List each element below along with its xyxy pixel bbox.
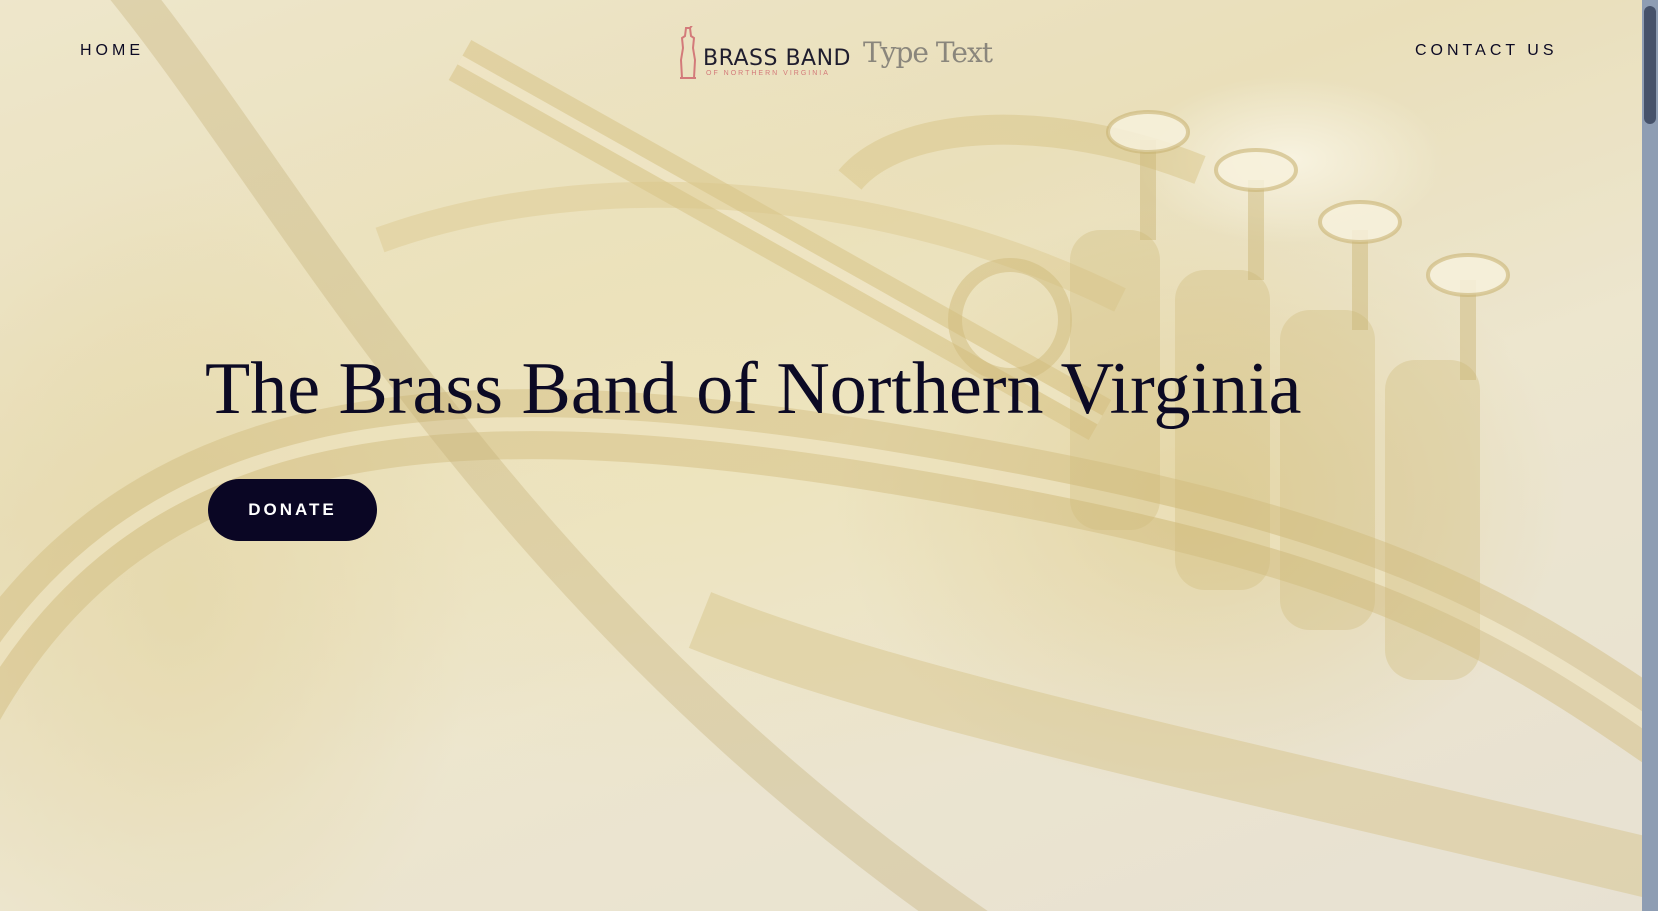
- page: HOME BRASS BAND OF NORTHERN VIRGINIA Typ…: [0, 0, 1658, 911]
- logo-subtitle: OF NORTHERN VIRGINIA: [706, 70, 830, 77]
- hero-overlay: [0, 0, 1642, 911]
- statue-logo-icon: [679, 26, 697, 79]
- nav-home-link[interactable]: HOME: [80, 42, 144, 60]
- donate-button[interactable]: DONATE: [208, 479, 377, 541]
- logo-name: BRASS BAND: [703, 46, 851, 71]
- site-header: HOME BRASS BAND OF NORTHERN VIRGINIA Typ…: [0, 0, 1642, 110]
- logo-type-text: Type Text: [863, 36, 993, 69]
- nav-contact-link[interactable]: CONTACT US: [1415, 42, 1558, 60]
- page-scrollbar[interactable]: [1642, 0, 1658, 911]
- hero-title: The Brass Band of Northern Virginia: [205, 348, 1302, 430]
- scrollbar-thumb[interactable]: [1644, 6, 1656, 124]
- site-logo[interactable]: BRASS BAND OF NORTHERN VIRGINIA Type Tex…: [676, 26, 993, 86]
